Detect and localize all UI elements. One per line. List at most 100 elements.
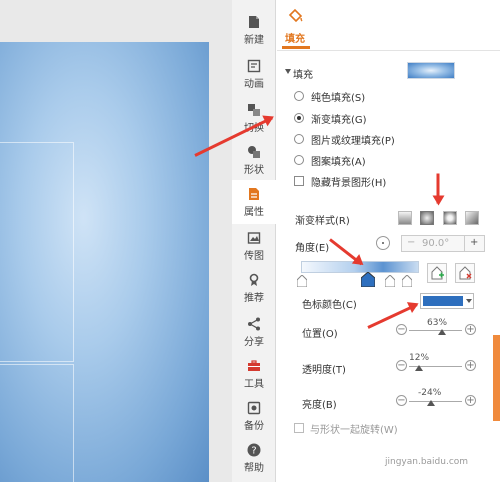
label-pattern-fill[interactable]: 图案填充(A) — [311, 153, 366, 168]
transparency-value: 12% — [409, 353, 430, 363]
add-stop-icon — [431, 266, 444, 280]
rail-label: 动画 — [244, 79, 264, 90]
gradient-style-linear[interactable] — [398, 211, 412, 225]
angle-dial-center — [382, 242, 384, 244]
transparency-plus-button[interactable]: + — [465, 360, 476, 371]
watermark-text: jingyan.baidu.com — [385, 457, 469, 467]
stop-color-swatch — [423, 296, 463, 306]
spinner-divider — [464, 236, 465, 251]
file-icon — [249, 16, 259, 28]
shape-icon — [248, 146, 260, 158]
label-angle: 角度(E) — [295, 243, 330, 254]
slide-canvas[interactable] — [0, 0, 232, 482]
properties-icon — [249, 188, 259, 200]
rail-label: 工具 — [244, 379, 264, 390]
fill-preview-swatch — [407, 62, 455, 79]
placeholder-guide — [0, 364, 74, 482]
checkbox-hide-background[interactable] — [294, 176, 304, 186]
rail-item-shape[interactable]: 形状 — [232, 138, 276, 182]
brightness-plus-button[interactable]: + — [465, 395, 476, 406]
rail-label: 新建 — [244, 35, 264, 46]
gradient-stop-0[interactable] — [296, 274, 308, 290]
active-tab-indicator — [282, 46, 310, 49]
position-minus-button[interactable]: − — [396, 324, 407, 335]
rail-item-share[interactable]: 分享 — [232, 310, 276, 354]
delete-stop-icon — [459, 266, 472, 280]
position-slider-track[interactable] — [409, 330, 462, 331]
angle-minus-button[interactable]: − — [407, 237, 415, 248]
radio-picture-fill[interactable] — [294, 134, 304, 144]
gradient-stop-selected[interactable] — [360, 271, 376, 290]
brightness-slider-track[interactable] — [409, 401, 462, 402]
properties-panel: 填充 填充 纯色填充(S) 渐变填充(G) 图片或纹理填充(P) 图案填充(A)… — [277, 0, 500, 482]
radio-gradient-fill[interactable] — [294, 113, 304, 123]
rail-item-toolbox[interactable]: 工具 — [232, 352, 276, 396]
toolbox-icon — [248, 360, 260, 371]
label-stop-color: 色标颜色(C) — [302, 300, 357, 311]
add-gradient-stop-button[interactable] — [427, 263, 447, 283]
rail-label: 分享 — [244, 337, 264, 348]
slide[interactable] — [0, 42, 209, 482]
angle-dial[interactable] — [376, 236, 390, 250]
tab-divider — [277, 50, 500, 51]
gradient-stop-3[interactable] — [401, 274, 413, 290]
radio-solid-fill[interactable] — [294, 91, 304, 101]
brightness-minus-button[interactable]: − — [396, 395, 407, 406]
label-solid-fill[interactable]: 纯色填充(S) — [311, 89, 365, 104]
rail-label: 备份 — [244, 421, 264, 432]
angle-spinner[interactable]: − 90.0° + — [401, 235, 485, 252]
rail-item-properties[interactable]: 属性 — [232, 180, 276, 224]
gradient-style-path[interactable] — [465, 211, 479, 225]
label-rotate-with-shape[interactable]: 与形状一起旋转(W) — [310, 421, 398, 436]
brightness-slider-thumb[interactable] — [427, 400, 435, 406]
transparency-slider-thumb[interactable] — [415, 365, 423, 371]
radio-pattern-fill[interactable] — [294, 155, 304, 165]
position-plus-button[interactable]: + — [465, 324, 476, 335]
rail-item-backup[interactable]: 备份 — [232, 394, 276, 438]
animation-icon — [247, 59, 261, 73]
paint-bucket-icon — [288, 8, 303, 23]
position-value: 63% — [427, 318, 448, 328]
gradient-style-rectangular[interactable] — [443, 211, 457, 225]
rail-label: 传图 — [244, 251, 264, 262]
label-gradient-fill[interactable]: 渐变填充(G) — [311, 111, 367, 126]
rail-item-image-upload[interactable]: 传图 — [232, 224, 276, 268]
delete-gradient-stop-button[interactable] — [455, 263, 475, 283]
label-brightness: 亮度(B) — [302, 400, 337, 411]
rail-item-recommend[interactable]: 推荐 — [232, 266, 276, 310]
rail-item-animation[interactable]: 动画 — [232, 52, 276, 96]
backup-icon — [247, 401, 261, 415]
placeholder-guide — [0, 142, 74, 362]
section-title-fill: 填充 — [293, 70, 313, 81]
brightness-value: -24% — [418, 388, 442, 398]
image-upload-icon — [247, 232, 261, 244]
tab-fill[interactable]: 填充 — [285, 30, 305, 45]
checkbox-rotate-with-shape[interactable] — [294, 423, 304, 433]
rail-item-help[interactable]: ? 帮助 — [232, 436, 276, 480]
task-pane-rail: 新建 动画 切换 形状 属性 传图 推荐 分享 工具 备份 ? 帮助 — [232, 0, 276, 482]
label-hide-background[interactable]: 隐藏背景图形(H) — [311, 174, 386, 189]
angle-value[interactable]: 90.0° — [422, 238, 449, 249]
share-icon — [248, 317, 260, 331]
transparency-minus-button[interactable]: − — [396, 360, 407, 371]
annotation-arrow — [436, 173, 440, 204]
rail-item-new[interactable]: 新建 — [232, 8, 276, 52]
gradient-stop-2[interactable] — [384, 274, 396, 290]
label-transparency: 透明度(T) — [302, 365, 346, 376]
transition-icon — [248, 104, 260, 116]
stop-color-dropdown[interactable] — [420, 293, 474, 309]
angle-plus-button[interactable]: + — [470, 237, 478, 248]
gradient-style-radial[interactable] — [420, 211, 434, 225]
panel-collapse-handle[interactable] — [493, 335, 500, 421]
help-icon: ? — [247, 443, 261, 457]
rail-label: 属性 — [244, 207, 264, 218]
rail-label: 推荐 — [244, 293, 264, 304]
recommend-icon — [249, 273, 259, 286]
svg-text:?: ? — [251, 446, 256, 457]
chevron-down-icon — [466, 299, 472, 303]
collapse-triangle-icon[interactable] — [285, 69, 291, 74]
label-picture-fill[interactable]: 图片或纹理填充(P) — [311, 132, 395, 147]
position-slider-thumb[interactable] — [438, 329, 446, 335]
label-gradient-style: 渐变样式(R) — [295, 216, 350, 227]
rail-label: 形状 — [244, 165, 264, 176]
